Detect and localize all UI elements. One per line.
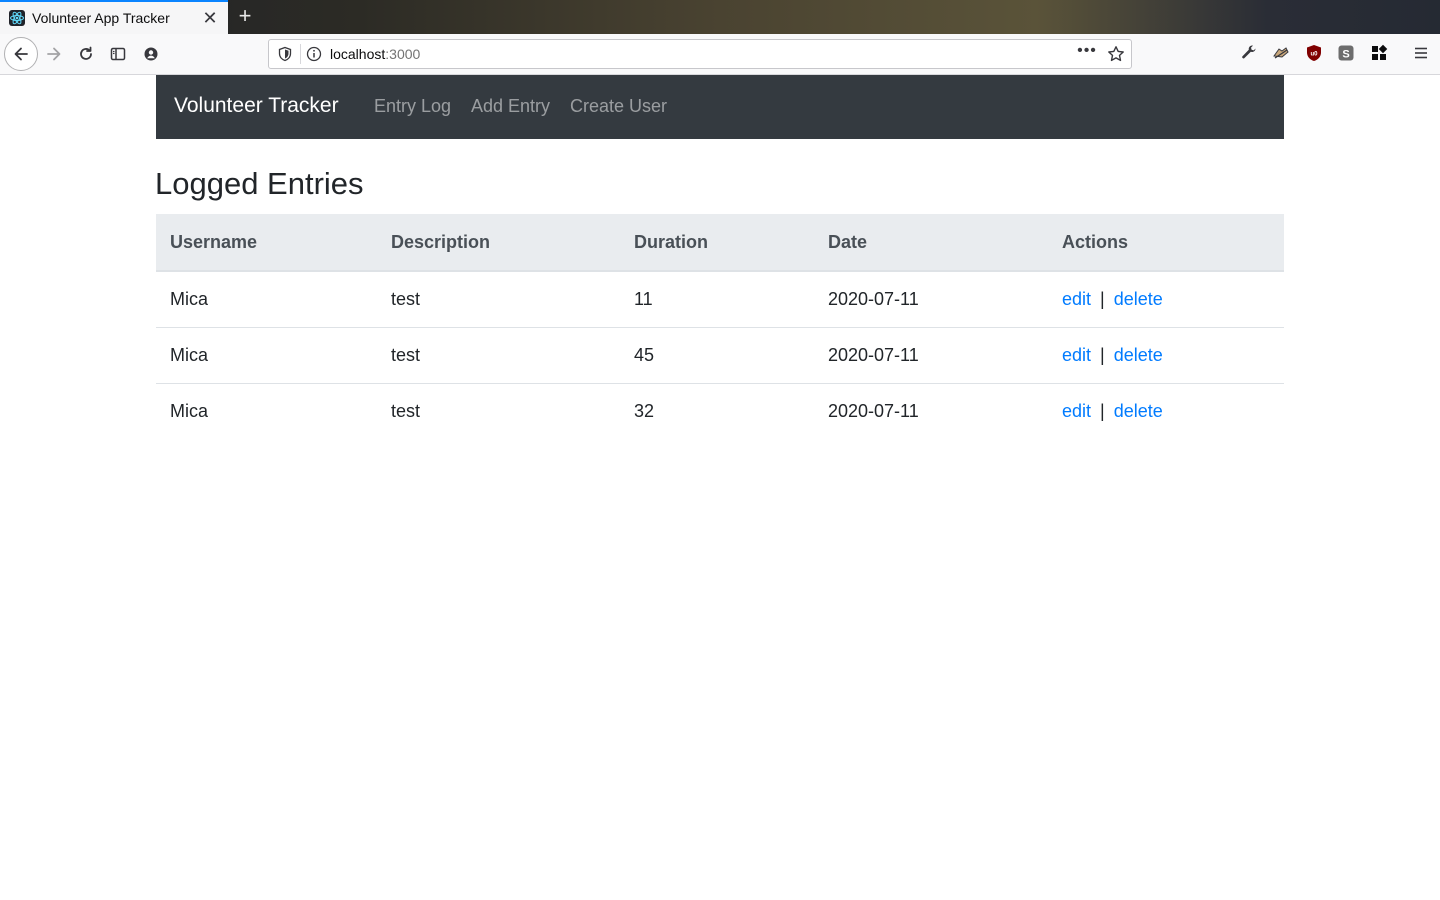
url-text[interactable]: localhost:3000	[330, 46, 420, 62]
table-row: Mica test 32 2020-07-11 edit | delete	[156, 383, 1284, 439]
browser-tab-strip: Volunteer App Tracker ✕ +	[0, 0, 1440, 34]
cell-username: Mica	[170, 400, 209, 421]
site-info-icon[interactable]	[306, 46, 322, 62]
cell-actions: edit | delete	[1048, 271, 1284, 328]
cell-username: Mica	[156, 271, 377, 328]
edit-link[interactable]: edit	[1062, 345, 1091, 365]
arrow-left-icon	[14, 47, 28, 61]
s-extension-icon[interactable]: S	[1337, 44, 1355, 62]
column-header-username: Username	[156, 214, 377, 272]
table-row: Mica test 11 2020-07-11 edit | delete	[156, 271, 1284, 328]
column-header-date: Date	[814, 214, 1048, 272]
browser-toolbar: localhost:3000 ••• u0 S	[0, 34, 1440, 75]
tab-close-icon[interactable]: ✕	[200, 7, 220, 29]
brand-link[interactable]: Volunteer Tracker	[174, 94, 339, 118]
page-actions-icon[interactable]: •••	[1075, 43, 1099, 64]
url-host: localhost	[330, 46, 386, 62]
bookmark-star-icon[interactable]	[1107, 45, 1125, 63]
ublock-shield-icon[interactable]: u0	[1305, 44, 1323, 62]
table-row: Mica test 45 2020-07-11 edit | delete	[156, 327, 1284, 384]
cell-duration: 45	[620, 327, 814, 384]
reload-icon	[80, 46, 92, 60]
cell-duration: 32	[634, 400, 655, 421]
back-button[interactable]	[4, 37, 38, 71]
page-title: Logged Entries	[155, 166, 364, 201]
action-separator: |	[1100, 288, 1105, 309]
delete-link[interactable]: delete	[1114, 401, 1163, 421]
delete-link[interactable]: delete	[1114, 345, 1163, 365]
wrench-icon[interactable]	[1240, 44, 1258, 62]
url-separator	[300, 44, 301, 64]
cell-description: test	[377, 327, 620, 384]
nav-link-entry-log[interactable]: Entry Log	[374, 96, 451, 117]
svg-text:u0: u0	[1310, 52, 1318, 58]
tracking-shield-icon[interactable]	[277, 46, 293, 62]
action-separator: |	[1100, 400, 1105, 421]
tab-title: Volunteer App Tracker	[32, 10, 170, 26]
nav-link-add-entry[interactable]: Add Entry	[471, 96, 550, 117]
forward-button[interactable]	[38, 38, 70, 70]
reload-button[interactable]	[70, 38, 102, 70]
account-icon	[144, 47, 158, 61]
hamburger-menu-icon[interactable]	[1412, 44, 1430, 62]
action-separator: |	[1100, 344, 1105, 365]
cell-actions: edit | delete	[1048, 327, 1284, 384]
delete-link[interactable]: delete	[1114, 289, 1163, 309]
extension-mask-icon[interactable]	[1272, 44, 1290, 62]
browser-tab[interactable]: Volunteer App Tracker ✕	[0, 0, 228, 34]
sidebar-toggle-button[interactable]	[102, 38, 134, 70]
grid-extension-icon[interactable]	[1370, 44, 1388, 62]
edit-link[interactable]: edit	[1062, 401, 1091, 421]
address-bar[interactable]: localhost:3000 •••	[268, 39, 1132, 69]
arrow-right-icon	[47, 47, 61, 61]
url-port: :3000	[385, 46, 421, 62]
cell-date: 2020-07-11	[828, 400, 919, 421]
entries-table: Username Description Duration Date Actio…	[156, 214, 1284, 439]
cell-actions: edit | delete	[1048, 383, 1284, 439]
react-favicon-icon	[9, 10, 25, 26]
sidebar-icon	[110, 47, 126, 61]
svg-text:S: S	[1342, 49, 1349, 61]
column-header-actions: Actions	[1048, 214, 1284, 272]
account-button[interactable]	[135, 38, 167, 70]
app-navbar: Volunteer Tracker Entry Log Add Entry Cr…	[156, 75, 1284, 139]
cell-description: test	[377, 271, 620, 328]
nav-link-create-user[interactable]: Create User	[570, 96, 667, 117]
cell-username: Mica	[156, 327, 377, 384]
cell-date: 2020-07-11	[814, 271, 1048, 328]
cell-date: 2020-07-11	[814, 327, 1048, 384]
cell-duration: 11	[620, 271, 814, 328]
table-header: Username Description Duration Date Actio…	[156, 214, 1284, 272]
edit-link[interactable]: edit	[1062, 289, 1091, 309]
column-header-duration: Duration	[620, 214, 814, 272]
column-header-description: Description	[377, 214, 620, 272]
cell-description: test	[391, 400, 421, 421]
new-tab-icon[interactable]: +	[232, 3, 258, 31]
